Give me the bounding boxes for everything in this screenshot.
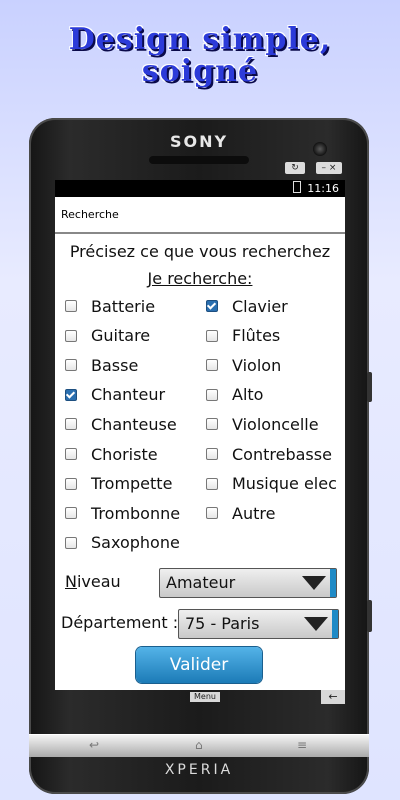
volume-button <box>367 372 372 402</box>
instrument-checkbox-right-2[interactable]: Violon <box>206 355 281 375</box>
instrument-checkbox-right-1[interactable]: Flûtes <box>206 326 280 346</box>
hardware-nav-strip: ↩ ⌂ ≡ <box>29 734 369 757</box>
checkbox-unchecked-icon[interactable] <box>65 300 77 312</box>
checkbox-unchecked-icon[interactable] <box>65 536 77 549</box>
dropdown-arrow-icon <box>304 617 328 631</box>
hw-back-icon[interactable]: ↩ <box>89 738 99 752</box>
instrument-label: Violon <box>232 355 282 375</box>
instrument-checkbox-right-5[interactable]: Contrebasse <box>206 444 332 464</box>
checkbox-unchecked-icon[interactable] <box>65 477 77 490</box>
checkbox-checked-icon[interactable] <box>65 388 77 401</box>
instrument-label: Choriste <box>91 444 158 464</box>
instrument-checkbox-left-0[interactable]: Batterie <box>65 296 155 316</box>
side-button <box>367 600 372 632</box>
instrument-checkbox-right-4[interactable]: Violoncelle <box>206 414 319 434</box>
checkbox-unchecked-icon[interactable] <box>65 448 77 460</box>
niveau-label: Niveau <box>65 572 121 591</box>
instrument-label: Guitare <box>91 326 151 346</box>
checkbox-unchecked-icon[interactable] <box>65 359 77 372</box>
instrument-label: Contrebasse <box>232 444 332 464</box>
checkbox-unchecked-icon[interactable] <box>206 418 218 431</box>
headline-line-1: Design simple, <box>68 22 332 57</box>
instrument-label: Trompette <box>91 474 173 494</box>
instrument-label: Basse <box>91 355 139 375</box>
instrument-label: Musique elec <box>232 474 337 494</box>
rotate-icon[interactable]: ↻ <box>285 162 305 174</box>
status-bar: 11:16 <box>55 180 345 197</box>
instrument-label: Batterie <box>91 296 156 316</box>
instrument-checkbox-left-6[interactable]: Trompette <box>65 474 172 494</box>
instrument-label: Chanteuse <box>91 414 177 434</box>
checkbox-unchecked-icon[interactable] <box>206 329 218 342</box>
validate-button[interactable]: Valider <box>136 647 262 683</box>
select-accent-strip <box>332 610 338 638</box>
headline-line-2: soigné <box>141 54 259 89</box>
checkbox-unchecked-icon[interactable] <box>206 477 218 490</box>
front-camera-icon <box>313 142 327 156</box>
niveau-label-initial: N <box>65 572 77 591</box>
checkbox-unchecked-icon[interactable] <box>206 359 218 372</box>
niveau-value: Amateur <box>166 573 236 592</box>
niveau-label-rest: iveau <box>76 572 121 591</box>
instrument-checkbox-right-6[interactable]: Musique elec <box>206 474 337 494</box>
instrument-checkbox-left-3[interactable]: Chanteur <box>65 385 165 405</box>
instrument-checkbox-right-3[interactable]: Alto <box>206 385 263 405</box>
checkbox-unchecked-icon[interactable] <box>65 507 77 520</box>
instrument-label: Autre <box>232 503 276 523</box>
checkbox-unchecked-icon[interactable] <box>206 448 218 460</box>
window-controls-icon[interactable]: – × <box>316 162 342 174</box>
instrument-label: Violoncelle <box>232 414 319 434</box>
phone-model-logo: XPERIA <box>164 762 234 778</box>
select-accent-strip <box>330 569 336 597</box>
instrument-checkbox-left-2[interactable]: Basse <box>65 355 138 375</box>
instrument-label: Clavier <box>232 296 288 316</box>
instrument-label: Alto <box>232 385 264 405</box>
instrument-checkbox-right-7[interactable]: Autre <box>206 503 275 523</box>
instrument-checkbox-left-1[interactable]: Guitare <box>65 326 150 346</box>
search-subtitle: Je recherche: <box>147 269 253 288</box>
departement-label: Département : <box>61 613 179 632</box>
hw-home-icon[interactable]: ⌂ <box>195 738 203 752</box>
checkbox-unchecked-icon[interactable] <box>65 329 77 342</box>
back-arrow-icon[interactable]: ← <box>321 690 345 704</box>
app-screen: 11:16 Recherche Précisez ce que vous rec… <box>55 180 345 690</box>
page-title: Recherche <box>55 197 345 234</box>
instrument-checkbox-left-4[interactable]: Chanteuse <box>65 414 177 434</box>
departement-select[interactable]: 75 - Paris <box>178 609 339 639</box>
earpiece-speaker <box>149 156 249 164</box>
instrument-label: Saxophone <box>91 533 180 553</box>
instrument-label: Flûtes <box>232 326 281 346</box>
instrument-checkbox-left-5[interactable]: Choriste <box>65 444 158 464</box>
checkbox-unchecked-icon[interactable] <box>65 418 77 431</box>
status-time: 11:16 <box>307 182 339 195</box>
instrument-label: Chanteur <box>91 385 166 405</box>
hw-menu-icon[interactable]: ≡ <box>297 738 307 752</box>
promo-headline: Design simple, soigné <box>0 24 400 88</box>
instrument-checkbox-right-0[interactable]: Clavier <box>206 296 288 316</box>
checkbox-checked-icon[interactable] <box>206 300 218 312</box>
checkbox-unchecked-icon[interactable] <box>206 507 218 520</box>
niveau-select[interactable]: Amateur <box>159 568 337 598</box>
dropdown-arrow-icon <box>302 576 326 590</box>
soft-nav-bar: Menu ← <box>55 690 345 708</box>
instrument-checkbox-left-7[interactable]: Trombonne <box>65 503 180 523</box>
search-question: Précisez ce que vous recherchez <box>69 242 331 261</box>
instrument-label: Trombonne <box>91 503 181 523</box>
departement-value: 75 - Paris <box>185 614 260 633</box>
instrument-checkbox-left-8[interactable]: Saxophone <box>65 533 180 553</box>
checkbox-unchecked-icon[interactable] <box>206 388 218 401</box>
menu-button[interactable]: Menu <box>190 692 220 702</box>
battery-icon <box>293 181 302 193</box>
